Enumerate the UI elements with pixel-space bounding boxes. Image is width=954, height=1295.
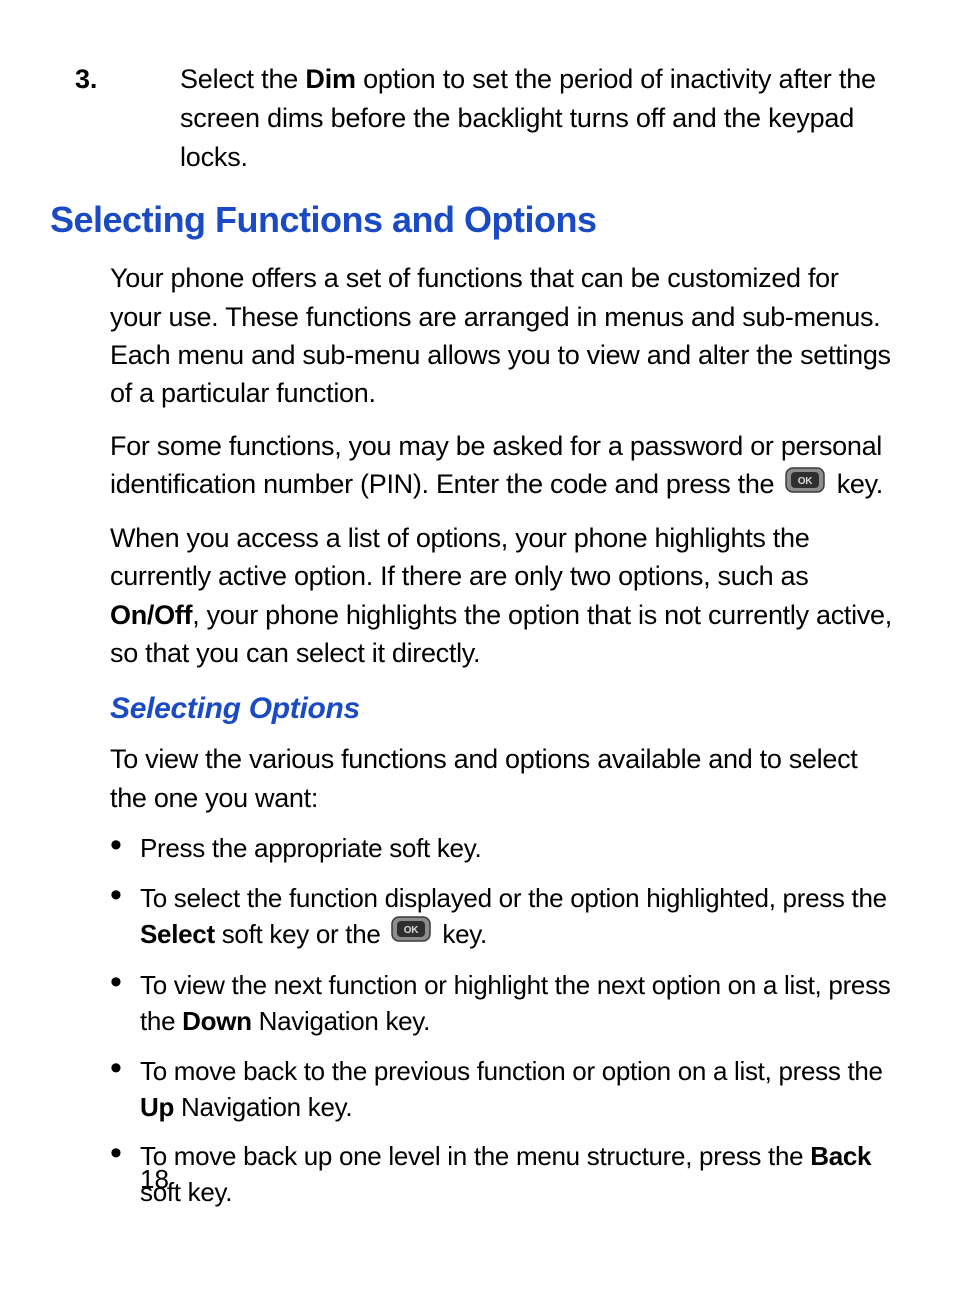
text-fragment: key. — [837, 469, 883, 499]
step-marker: 3. — [75, 60, 97, 99]
text-bold: Select — [140, 919, 215, 949]
paragraph: Your phone offers a set of functions tha… — [110, 259, 894, 412]
ok-key-icon: OK — [785, 465, 825, 503]
text-fragment: key. — [442, 919, 487, 949]
list-item: To move back to the previous function or… — [110, 1054, 894, 1126]
text-fragment: When you access a list of options, your … — [110, 523, 809, 591]
paragraph: To view the various functions and option… — [110, 740, 894, 817]
text-fragment: Select the — [180, 64, 305, 94]
text-fragment: To move back up one level in the menu st… — [140, 1141, 810, 1171]
ok-key-icon: OK — [391, 916, 431, 952]
list-item: Press the appropriate soft key. — [110, 831, 894, 867]
text-fragment: For some functions, you may be asked for… — [110, 431, 882, 499]
bullet-list: Press the appropriate soft key. To selec… — [110, 831, 894, 1211]
text-fragment: Navigation key. — [252, 1006, 430, 1036]
text-bold: Up — [140, 1092, 174, 1122]
text-fragment: Press the appropriate soft key. — [140, 833, 481, 863]
text-fragment: soft key or the — [215, 919, 388, 949]
subsection-heading: Selecting Options — [110, 692, 904, 726]
section-heading: Selecting Functions and Options — [50, 199, 904, 241]
paragraph: For some functions, you may be asked for… — [110, 427, 894, 505]
list-item: To view the next function or highlight t… — [110, 968, 894, 1040]
list-item: To move back up one level in the menu st… — [110, 1139, 894, 1211]
page-number: 18 — [140, 1164, 169, 1195]
text-fragment: To move back to the previous function or… — [140, 1056, 883, 1086]
svg-text:OK: OK — [798, 476, 813, 487]
svg-text:OK: OK — [404, 925, 419, 936]
list-item: To select the function displayed or the … — [110, 881, 894, 954]
text-fragment: , your phone highlights the option that … — [110, 600, 892, 668]
text-bold: Dim — [305, 64, 355, 94]
text-bold: Back — [810, 1141, 871, 1171]
text-fragment: Navigation key. — [174, 1092, 352, 1122]
step-text: Select the Dim option to set the period … — [130, 60, 894, 177]
paragraph: When you access a list of options, your … — [110, 519, 894, 672]
text-fragment: To select the function displayed or the … — [140, 883, 887, 913]
text-bold: On/Off — [110, 600, 192, 630]
text-bold: Down — [182, 1006, 252, 1036]
document-page: 3. Select the Dim option to set the peri… — [0, 0, 954, 1295]
numbered-step-3: 3. Select the Dim option to set the peri… — [130, 60, 894, 177]
